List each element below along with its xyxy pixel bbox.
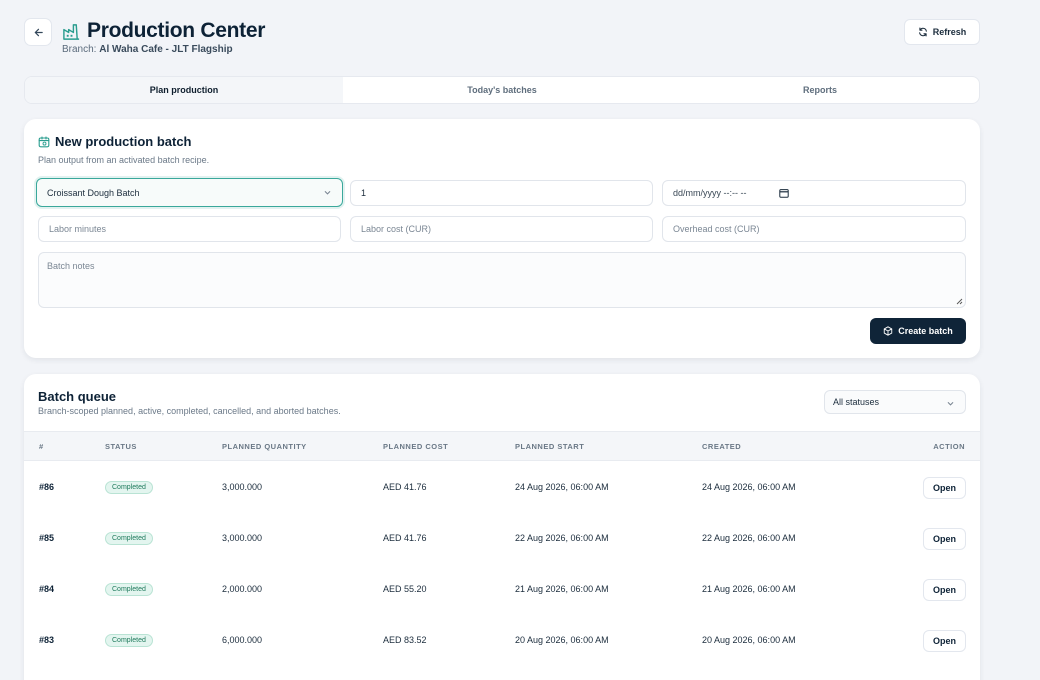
status-badge: Completed bbox=[105, 481, 153, 494]
factory-icon bbox=[63, 23, 80, 40]
status-badge: Completed bbox=[105, 634, 153, 647]
new-batch-heading: New production batch bbox=[38, 134, 192, 149]
recipe-select[interactable]: Croissant Dough Batch bbox=[36, 178, 343, 207]
calendar-icon bbox=[38, 135, 50, 147]
open-button[interactable]: Open bbox=[923, 477, 966, 499]
created-date: 24 Aug 2026, 06:00 AM bbox=[702, 482, 796, 492]
planned-start-input[interactable]: dd/mm/yyyy --:-- -- bbox=[662, 180, 966, 206]
back-arrow-icon bbox=[34, 28, 43, 36]
planned-cost: AED 41.76 bbox=[383, 482, 427, 492]
open-button[interactable]: Open bbox=[923, 630, 966, 652]
open-button[interactable]: Open bbox=[923, 528, 966, 550]
planned-start: 21 Aug 2026, 06:00 AM bbox=[515, 584, 609, 594]
refresh-button[interactable]: Refresh bbox=[904, 19, 980, 45]
table-row: #85 Completed 3,000.000 AED 41.76 22 Aug… bbox=[24, 513, 980, 564]
create-batch-button[interactable]: Create batch bbox=[870, 318, 966, 344]
branch-name: Al Waha Cafe - JLT Flagship bbox=[99, 44, 233, 55]
overhead-cost-placeholder: Overhead cost (CUR) bbox=[673, 224, 760, 234]
quantity-input[interactable]: 1 bbox=[350, 180, 653, 206]
planned-quantity: 3,000.000 bbox=[222, 482, 263, 492]
overhead-cost-input[interactable]: Overhead cost (CUR) bbox=[662, 216, 966, 242]
table-row: #84 Completed 2,000.000 AED 55.20 21 Aug… bbox=[24, 564, 980, 615]
batch-notes-textarea[interactable]: Batch notes bbox=[38, 252, 966, 308]
quantity-value: 1 bbox=[361, 188, 367, 198]
chevron-down-icon bbox=[947, 402, 954, 406]
box-icon bbox=[884, 326, 893, 336]
planned-start: 20 Aug 2026, 06:00 AM bbox=[515, 635, 609, 645]
created-date: 21 Aug 2026, 06:00 AM bbox=[702, 584, 796, 594]
datetime-placeholder: dd/mm/yyyy --:-- -- bbox=[673, 188, 747, 198]
status-filter-value: All statuses bbox=[833, 397, 880, 407]
chevron-down-icon bbox=[324, 191, 331, 195]
new-batch-description: Plan output from an activated batch reci… bbox=[38, 155, 210, 165]
tab-bar: Plan production Today's batches Reports bbox=[24, 76, 980, 104]
created-date: 20 Aug 2026, 06:00 AM bbox=[702, 635, 796, 645]
planned-quantity: 2,000.000 bbox=[222, 584, 263, 594]
status-filter-select[interactable]: All statuses bbox=[824, 390, 966, 414]
create-batch-label: Create batch bbox=[898, 326, 953, 336]
planned-cost: AED 41.76 bbox=[383, 533, 427, 543]
batch-queue-title: Batch queue bbox=[38, 389, 117, 404]
back-button[interactable] bbox=[24, 18, 52, 46]
page-title: Production Center bbox=[87, 19, 266, 42]
open-button[interactable]: Open bbox=[923, 579, 966, 601]
labor-cost-input[interactable]: Labor cost (CUR) bbox=[350, 216, 653, 242]
table-row: #86 Completed 3,000.000 AED 41.76 24 Aug… bbox=[24, 462, 980, 513]
col-status: STATUS bbox=[105, 442, 137, 451]
col-action: ACTION bbox=[933, 442, 965, 451]
planned-cost: AED 55.20 bbox=[383, 584, 427, 594]
refresh-label: Refresh bbox=[932, 27, 967, 37]
status-badge: Completed bbox=[105, 532, 153, 545]
planned-start: 22 Aug 2026, 06:00 AM bbox=[515, 533, 609, 543]
calendar-picker-icon[interactable] bbox=[779, 188, 789, 198]
col-planned-start: PLANNED START bbox=[515, 442, 585, 451]
created-date: 22 Aug 2026, 06:00 AM bbox=[702, 533, 796, 543]
batch-id[interactable]: #85 bbox=[39, 533, 54, 543]
col-planned-quantity: PLANNED QUANTITY bbox=[222, 442, 307, 451]
resize-grip-icon[interactable] bbox=[955, 297, 963, 305]
page-header: Production Center Branch: Al Waha Cafe -… bbox=[24, 18, 980, 58]
status-badge: Completed bbox=[105, 583, 153, 596]
labor-minutes-placeholder: Labor minutes bbox=[49, 224, 107, 234]
tab-reports[interactable]: Reports bbox=[661, 77, 979, 103]
title-block: Production Center Branch: Al Waha Cafe -… bbox=[62, 18, 265, 55]
col-planned-cost: PLANNED COST bbox=[383, 442, 449, 451]
labor-cost-placeholder: Labor cost (CUR) bbox=[361, 224, 432, 234]
branch-label: Branch: bbox=[62, 44, 97, 55]
labor-minutes-input[interactable]: Labor minutes bbox=[38, 216, 341, 242]
batch-id[interactable]: #84 bbox=[39, 584, 54, 594]
batch-queue-card: Batch queue Branch-scoped planned, activ… bbox=[24, 374, 980, 680]
new-batch-card: New production batch Plan output from an… bbox=[24, 119, 980, 358]
col-created: CREATED bbox=[702, 442, 742, 451]
col-id: # bbox=[39, 442, 44, 451]
batch-id[interactable]: #83 bbox=[39, 635, 54, 645]
batch-notes-placeholder: Batch notes bbox=[47, 261, 95, 271]
tab-todays-batches[interactable]: Today's batches bbox=[343, 77, 661, 103]
batch-id[interactable]: #86 bbox=[39, 482, 54, 492]
planned-start: 24 Aug 2026, 06:00 AM bbox=[515, 482, 609, 492]
tab-plan-production[interactable]: Plan production bbox=[25, 77, 343, 103]
planned-quantity: 6,000.000 bbox=[222, 635, 263, 645]
table-row: #83 Completed 6,000.000 AED 83.52 20 Aug… bbox=[24, 615, 980, 666]
batch-queue-description: Branch-scoped planned, active, completed… bbox=[38, 406, 341, 416]
planned-quantity: 3,000.000 bbox=[222, 533, 263, 543]
table-header: # STATUS PLANNED QUANTITY PLANNED COST P… bbox=[24, 431, 980, 461]
new-batch-title: New production batch bbox=[55, 134, 192, 149]
planned-cost: AED 83.52 bbox=[383, 635, 427, 645]
branch-info: Branch: Al Waha Cafe - JLT Flagship bbox=[62, 44, 265, 55]
recipe-select-value: Croissant Dough Batch bbox=[47, 187, 140, 198]
refresh-icon bbox=[918, 27, 927, 37]
